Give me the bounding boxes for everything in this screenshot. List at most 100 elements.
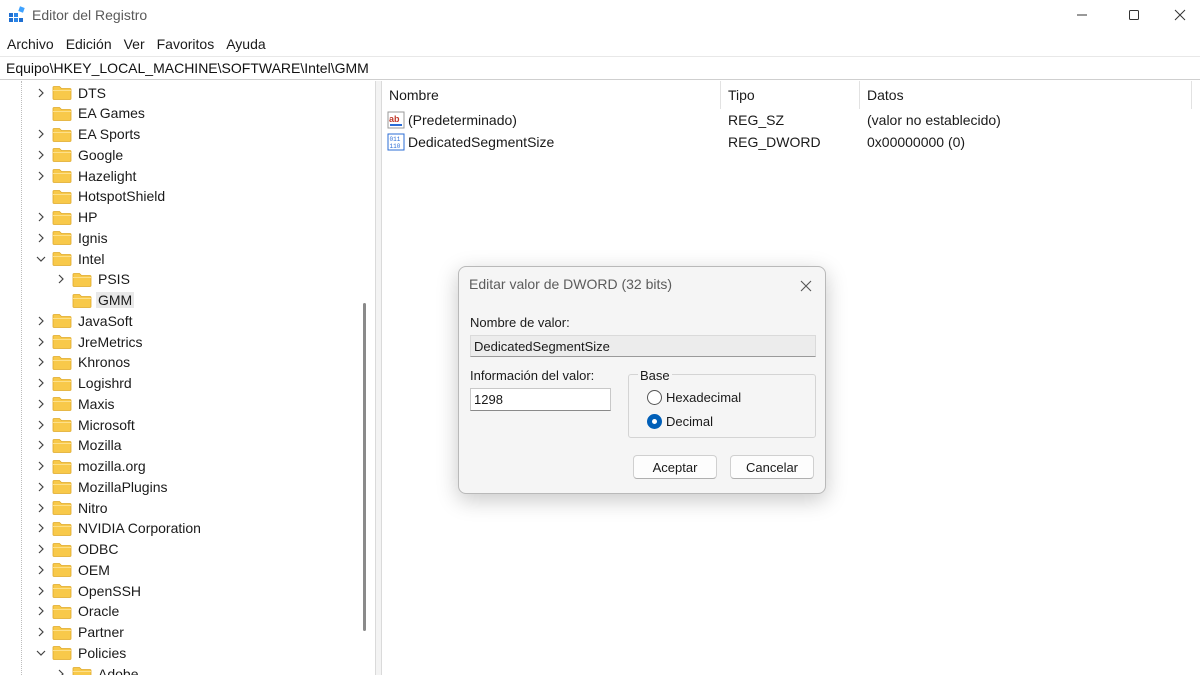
chevron-right-icon[interactable] bbox=[34, 355, 48, 369]
chevron-right-icon[interactable] bbox=[34, 584, 48, 598]
tree-item-intel[interactable]: Intel bbox=[34, 248, 106, 269]
expander-placeholder bbox=[54, 293, 68, 307]
tree-item-label: JreMetrics bbox=[78, 333, 143, 350]
chevron-right-icon[interactable] bbox=[34, 459, 48, 473]
tree-item-nvidia-corporation[interactable]: NVIDIA Corporation bbox=[34, 518, 203, 539]
tree-item-javasoft[interactable]: JavaSoft bbox=[34, 310, 134, 331]
radio-label-decimal: Decimal bbox=[666, 413, 713, 429]
column-header-tipo[interactable]: Tipo bbox=[721, 81, 860, 109]
folder-icon bbox=[52, 417, 72, 432]
folder-icon bbox=[52, 147, 72, 163]
tree-item-mozilla[interactable]: Mozilla bbox=[34, 435, 124, 456]
folder-icon bbox=[52, 313, 72, 329]
key-tree-pane[interactable]: DTS EA Games EA Sports Google Hazelight Hotsp… bbox=[0, 81, 376, 675]
chevron-right-icon[interactable] bbox=[34, 521, 48, 535]
dialog-title: Editar valor de DWORD (32 bits) bbox=[469, 276, 673, 292]
chevron-right-icon[interactable] bbox=[34, 563, 48, 577]
menu-archivo[interactable]: Archivo bbox=[1, 33, 60, 55]
cancel-button[interactable]: Cancelar bbox=[730, 455, 814, 479]
chevron-right-icon[interactable] bbox=[34, 314, 48, 328]
chevron-right-icon[interactable] bbox=[34, 169, 48, 183]
radio-button-unchecked[interactable] bbox=[647, 389, 662, 405]
tree-scrollbar[interactable] bbox=[363, 303, 366, 631]
chevron-right-icon[interactable] bbox=[34, 542, 48, 556]
tree-item-label: Maxis bbox=[78, 395, 115, 412]
tree-item-jremetrics[interactable]: JreMetrics bbox=[34, 331, 145, 352]
menu-ver[interactable]: Ver bbox=[118, 33, 151, 55]
tree-item-oem[interactable]: OEM bbox=[34, 559, 112, 580]
tree-item-ignis[interactable]: Ignis bbox=[34, 227, 110, 248]
edit-dword-dialog: Editar valor de DWORD (32 bits) Nombre d… bbox=[458, 266, 826, 494]
tree-item-khronos[interactable]: Khronos bbox=[34, 352, 132, 373]
tree-item-label: Khronos bbox=[78, 354, 131, 371]
chevron-right-icon[interactable] bbox=[34, 127, 48, 141]
tree-item-hazelight[interactable]: Hazelight bbox=[34, 165, 138, 186]
chevron-down-icon[interactable] bbox=[34, 646, 48, 660]
tree-item-openssh[interactable]: OpenSSH bbox=[34, 580, 143, 601]
tree-item-maxis[interactable]: Maxis bbox=[34, 393, 117, 414]
ok-button[interactable]: Aceptar bbox=[633, 455, 717, 479]
chevron-right-icon[interactable] bbox=[34, 86, 48, 100]
tree-item-ea-sports[interactable]: EA Sports bbox=[34, 124, 142, 145]
folder-icon bbox=[52, 396, 72, 412]
chevron-right-icon[interactable] bbox=[34, 604, 48, 618]
dword-value-icon: 011 110 bbox=[387, 133, 405, 151]
column-header-datos[interactable]: Datos bbox=[860, 81, 1192, 109]
tree-item-label: Mozilla bbox=[78, 437, 122, 454]
menu-favoritos[interactable]: Favoritos bbox=[151, 33, 221, 55]
tree-item-label: Intel bbox=[78, 250, 105, 267]
value-row-dedicatedsegmentsize[interactable]: 011 110 DedicatedSegmentSize REG_DWORD 0… bbox=[382, 131, 1200, 153]
tree-guide-line bbox=[21, 81, 22, 675]
chevron-right-icon[interactable] bbox=[34, 438, 48, 452]
tree-item-policies[interactable]: Policies bbox=[34, 642, 128, 663]
value-name-field[interactable] bbox=[470, 335, 816, 357]
tree-item-microsoft[interactable]: Microsoft bbox=[34, 414, 137, 435]
menu-ayuda[interactable]: Ayuda bbox=[220, 33, 271, 55]
tree-item-psis[interactable]: PSIS bbox=[54, 269, 132, 290]
dialog-close-button[interactable] bbox=[795, 275, 817, 297]
tree-item-partner[interactable]: Partner bbox=[34, 622, 126, 643]
chevron-down-icon[interactable] bbox=[34, 252, 48, 266]
radio-decimal[interactable]: Decimal bbox=[647, 412, 713, 430]
radio-hexadecimal[interactable]: Hexadecimal bbox=[647, 388, 741, 406]
chevron-right-icon[interactable] bbox=[34, 480, 48, 494]
tree-item-adobe[interactable]: Adobe bbox=[54, 663, 140, 675]
close-window-button[interactable] bbox=[1152, 0, 1200, 30]
tree-item-ea-games[interactable]: EA Games bbox=[34, 103, 147, 124]
chevron-right-icon[interactable] bbox=[54, 272, 68, 286]
folder-icon bbox=[72, 272, 92, 287]
chevron-right-icon[interactable] bbox=[34, 335, 48, 349]
chevron-right-icon[interactable] bbox=[34, 148, 48, 162]
folder-icon bbox=[52, 106, 72, 121]
chevron-right-icon[interactable] bbox=[34, 418, 48, 432]
menu-edicion[interactable]: Edición bbox=[60, 33, 118, 55]
tree-item-odbc[interactable]: ODBC bbox=[34, 539, 120, 560]
tree-item-nitro[interactable]: Nitro bbox=[34, 497, 110, 518]
tree-item-oracle[interactable]: Oracle bbox=[34, 601, 121, 622]
base-group-label: Base bbox=[638, 368, 672, 383]
folder-icon bbox=[52, 376, 72, 391]
chevron-right-icon[interactable] bbox=[34, 501, 48, 515]
radio-button-checked[interactable] bbox=[647, 413, 662, 429]
tree-item-hotspotshield[interactable]: HotspotShield bbox=[34, 186, 167, 207]
tree-item-gmm[interactable]: GMM bbox=[54, 290, 135, 311]
value-row-predeterminado[interactable]: ab (Predeterminado) REG_SZ (valor no est… bbox=[382, 109, 1200, 131]
tree-item-hp[interactable]: HP bbox=[34, 207, 99, 228]
chevron-right-icon[interactable] bbox=[54, 667, 68, 675]
tree-item-google[interactable]: Google bbox=[34, 144, 125, 165]
tree-item-label: Microsoft bbox=[78, 416, 135, 433]
chevron-right-icon[interactable] bbox=[34, 231, 48, 245]
tree-item-label: NVIDIA Corporation bbox=[78, 520, 201, 537]
value-data-input[interactable] bbox=[470, 388, 611, 411]
chevron-right-icon[interactable] bbox=[34, 210, 48, 224]
chevron-right-icon[interactable] bbox=[34, 397, 48, 411]
chevron-right-icon[interactable] bbox=[34, 376, 48, 390]
chevron-right-icon[interactable] bbox=[34, 625, 48, 639]
tree-item-logishrd[interactable]: Logishrd bbox=[34, 373, 134, 394]
minimize-button[interactable] bbox=[1054, 0, 1110, 30]
address-bar[interactable]: Equipo\HKEY_LOCAL_MACHINE\SOFTWARE\Intel… bbox=[0, 56, 1200, 80]
tree-item-mozillaplugins[interactable]: MozillaPlugins bbox=[34, 476, 169, 497]
tree-item-mozilla-org[interactable]: mozilla.org bbox=[34, 456, 148, 477]
tree-item-dts[interactable]: DTS bbox=[34, 82, 108, 103]
column-header-nombre[interactable]: Nombre bbox=[382, 81, 721, 109]
